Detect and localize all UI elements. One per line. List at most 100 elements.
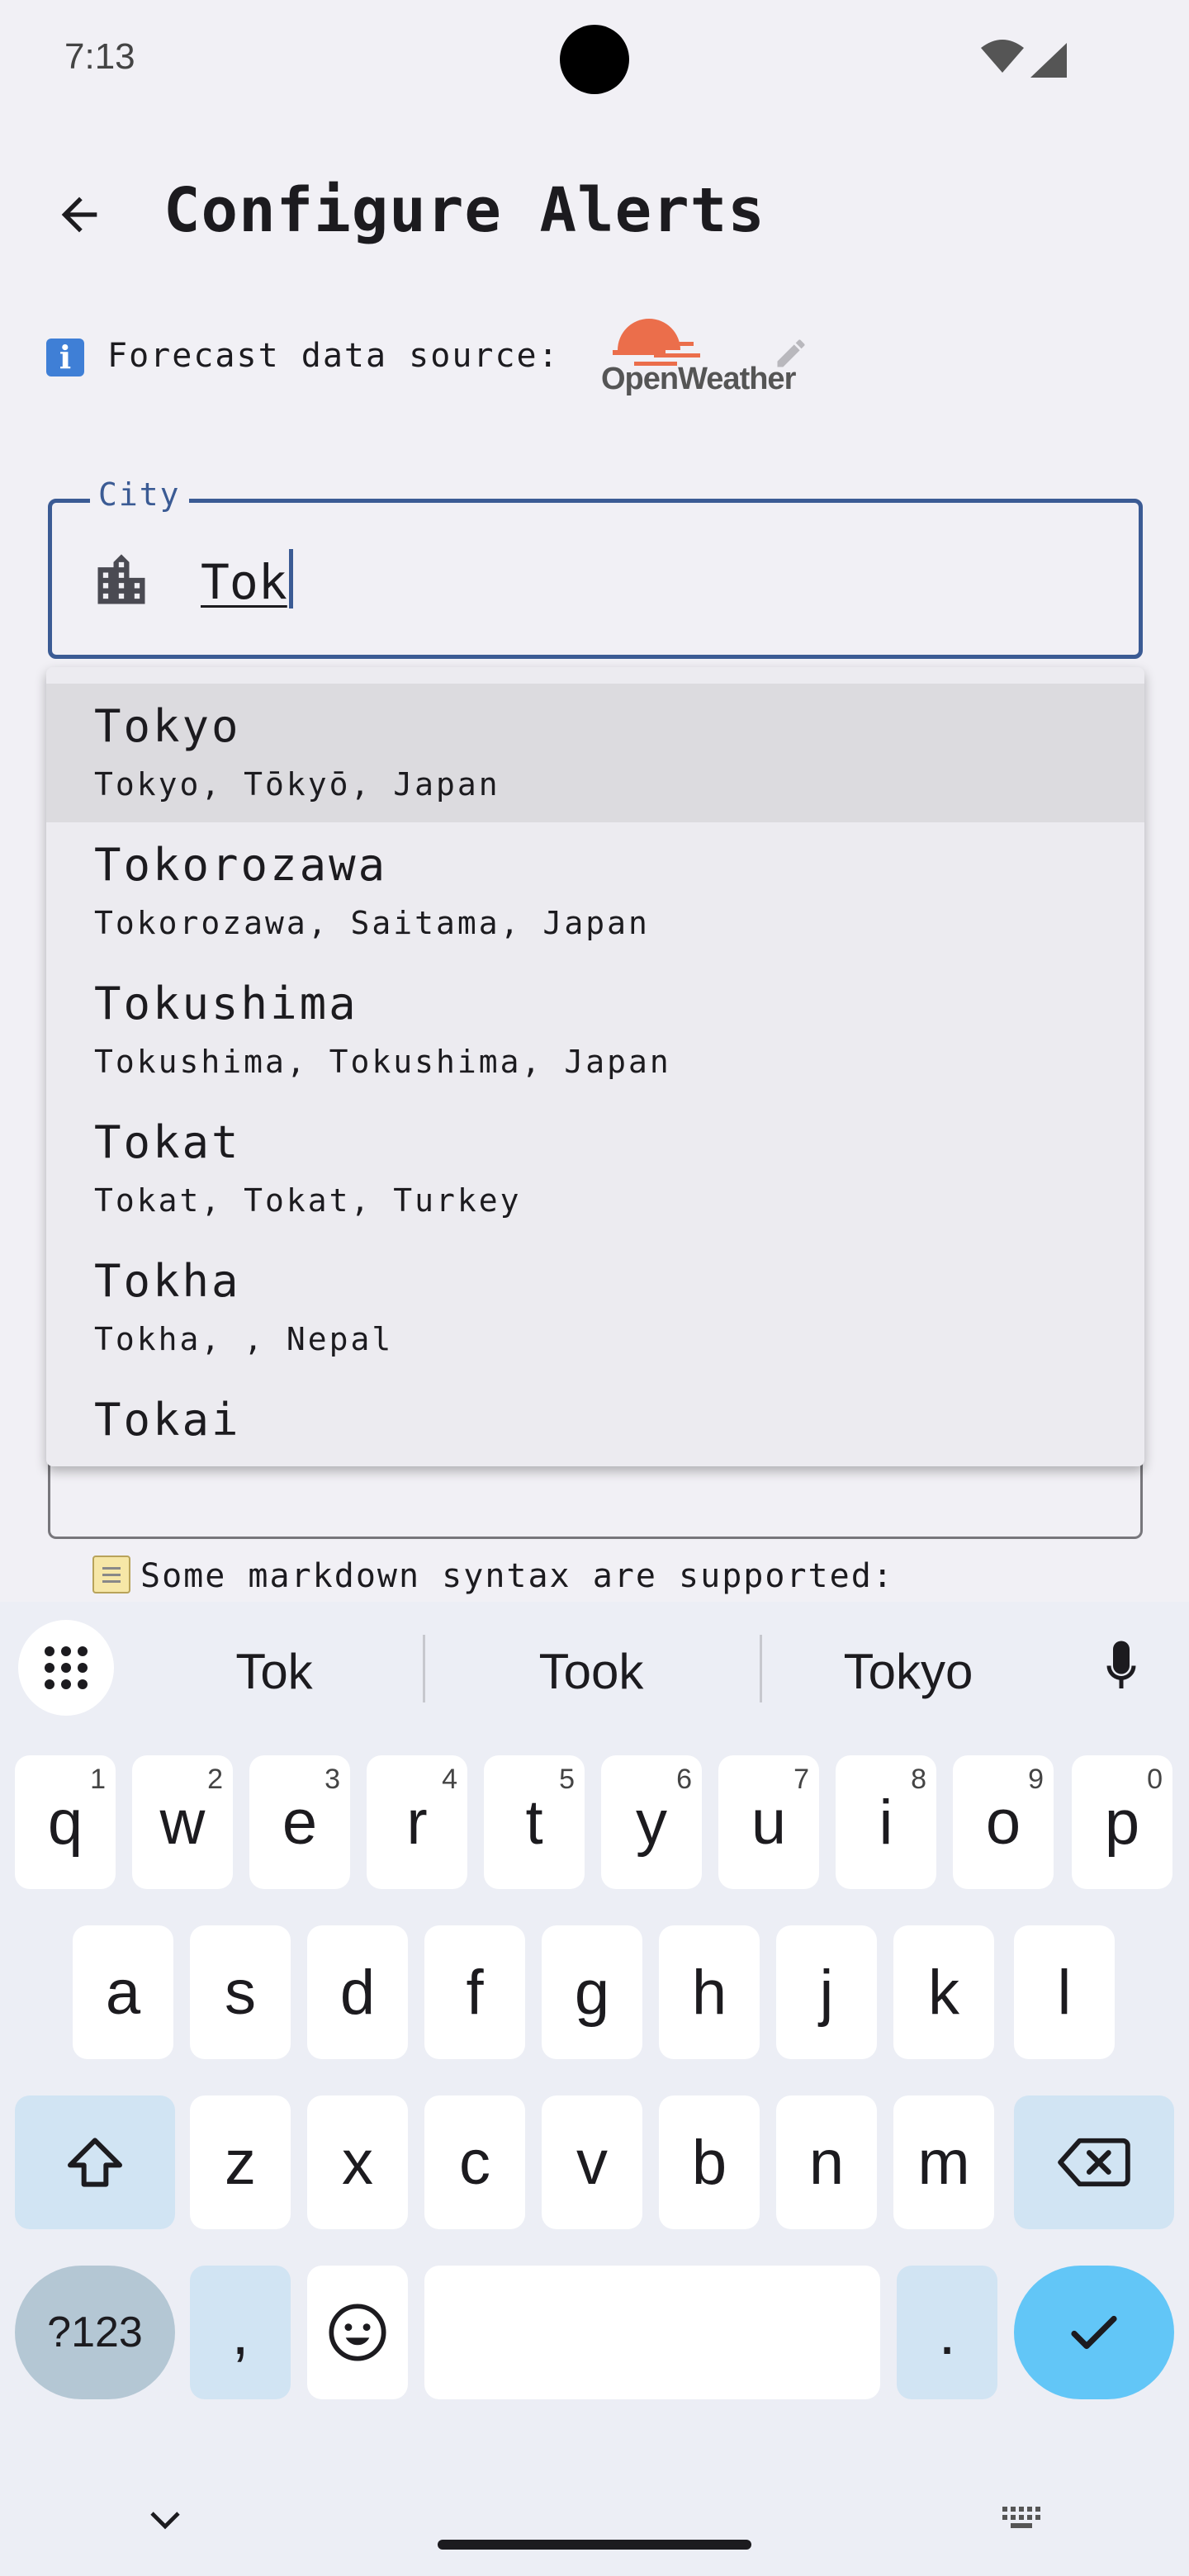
suggestion-detail: Tokushima, Tokushima, Japan bbox=[94, 1044, 671, 1080]
period-key[interactable]: . bbox=[897, 2266, 997, 2399]
key-number-hint: 9 bbox=[1028, 1764, 1044, 1795]
back-button[interactable] bbox=[46, 182, 112, 248]
space-key[interactable] bbox=[424, 2266, 880, 2399]
enter-key[interactable] bbox=[1014, 2266, 1174, 2399]
shift-icon bbox=[68, 2138, 122, 2187]
key-number-hint: 5 bbox=[559, 1764, 575, 1795]
keyboard-apps-button[interactable] bbox=[18, 1620, 114, 1716]
word-suggestion[interactable]: Tokyo bbox=[751, 1643, 1065, 1700]
suggestion-item[interactable]: Tokyo Tokyo, Tōkyō, Japan bbox=[46, 684, 1144, 822]
key-label: i bbox=[879, 1787, 893, 1858]
key-y[interactable]: y6 bbox=[601, 1755, 702, 1889]
status-bar: 7:13 bbox=[0, 0, 1189, 119]
home-indicator[interactable] bbox=[438, 2540, 751, 2550]
key-h[interactable]: h bbox=[659, 1925, 760, 2059]
key-label: y bbox=[636, 1787, 667, 1858]
key-d[interactable]: d bbox=[307, 1925, 408, 2059]
word-suggestion[interactable]: Tok bbox=[117, 1643, 431, 1700]
city-input-text: Tok bbox=[201, 554, 287, 610]
key-r[interactable]: r4 bbox=[367, 1755, 467, 1889]
key-p[interactable]: p0 bbox=[1072, 1755, 1172, 1889]
suggestion-item[interactable]: Tokushima Tokushima, Tokushima, Japan bbox=[46, 961, 1144, 1100]
memo-icon bbox=[92, 1556, 130, 1593]
wifi-icon bbox=[981, 40, 1024, 73]
suggestion-item[interactable]: Tokai bbox=[46, 1377, 1144, 1466]
key-x[interactable]: x bbox=[307, 2095, 408, 2229]
key-z[interactable]: z bbox=[190, 2095, 291, 2229]
key-b[interactable]: b bbox=[659, 2095, 760, 2229]
suggestion-item[interactable]: Tokha Tokha, , Nepal bbox=[46, 1238, 1144, 1377]
grid-icon bbox=[45, 1646, 88, 1689]
key-m[interactable]: m bbox=[893, 2095, 994, 2229]
city-input[interactable]: City Tok bbox=[48, 476, 1143, 659]
key-k[interactable]: k bbox=[893, 1925, 994, 2059]
provider-name: OpenWeather bbox=[601, 362, 796, 396]
markdown-hint-text: Some markdown syntax are supported: bbox=[140, 1557, 894, 1595]
key-label: , bbox=[231, 2297, 249, 2368]
backspace-key[interactable] bbox=[1014, 2095, 1174, 2229]
suggestion-detail: Tokat, Tokat, Turkey bbox=[94, 1182, 522, 1219]
pencil-icon[interactable] bbox=[773, 335, 809, 372]
key-label: n bbox=[808, 2127, 845, 2198]
suggestion-divider bbox=[423, 1635, 425, 1702]
key-label: k bbox=[928, 1957, 959, 2028]
emoji-icon bbox=[329, 2304, 386, 2361]
suggestion-name: Tokushima bbox=[94, 978, 358, 1030]
symbols-key[interactable]: ?123 bbox=[15, 2266, 175, 2399]
key-i[interactable]: i8 bbox=[836, 1755, 936, 1889]
keyboard-switch-icon[interactable] bbox=[999, 2503, 1049, 2536]
key-label: z bbox=[225, 2127, 256, 2198]
info-icon: i bbox=[46, 339, 84, 376]
text-cursor bbox=[288, 549, 293, 608]
key-label: m bbox=[917, 2127, 970, 2198]
key-q[interactable]: q1 bbox=[15, 1755, 116, 1889]
city-field-label: City bbox=[90, 476, 189, 513]
camera-cutout bbox=[560, 25, 629, 94]
key-label: l bbox=[1057, 1957, 1072, 2028]
key-label: j bbox=[819, 1957, 834, 2028]
checkmark-icon bbox=[1071, 2315, 1117, 2350]
city-buildings-icon bbox=[97, 554, 145, 604]
backspace-icon bbox=[1058, 2138, 1130, 2187]
key-label: h bbox=[691, 1957, 727, 2028]
suggestion-name: Tokha bbox=[94, 1255, 241, 1307]
key-t[interactable]: t5 bbox=[484, 1755, 585, 1889]
page-title: Configure Alerts bbox=[163, 175, 765, 246]
suggestion-detail: Tokha, , Nepal bbox=[94, 1321, 394, 1357]
arrow-back-icon bbox=[61, 197, 97, 233]
suggestion-item[interactable]: Tokat Tokat, Tokat, Turkey bbox=[46, 1100, 1144, 1238]
key-number-hint: 3 bbox=[324, 1764, 340, 1795]
key-f[interactable]: f bbox=[424, 1925, 525, 2059]
microphone-icon[interactable] bbox=[1097, 1638, 1146, 1698]
key-c[interactable]: c bbox=[424, 2095, 525, 2229]
chevron-down-icon[interactable] bbox=[145, 2503, 185, 2536]
comma-key[interactable]: , bbox=[190, 2266, 291, 2399]
suggestion-detail: Tokorozawa, Saitama, Japan bbox=[94, 905, 650, 941]
key-j[interactable]: j bbox=[776, 1925, 877, 2059]
key-s[interactable]: s bbox=[190, 1925, 291, 2059]
key-l[interactable]: l bbox=[1014, 1925, 1115, 2059]
emoji-key[interactable] bbox=[307, 2266, 408, 2399]
key-n[interactable]: n bbox=[776, 2095, 877, 2229]
key-o[interactable]: o9 bbox=[953, 1755, 1054, 1889]
key-v[interactable]: v bbox=[542, 2095, 642, 2229]
key-w[interactable]: w2 bbox=[132, 1755, 233, 1889]
word-suggestion[interactable]: Took bbox=[434, 1643, 748, 1700]
markdown-hint: Some markdown syntax are supported: bbox=[92, 1556, 894, 1595]
shift-key[interactable] bbox=[15, 2095, 175, 2229]
key-e[interactable]: e3 bbox=[249, 1755, 350, 1889]
city-input-value: Tok bbox=[201, 549, 293, 610]
key-a[interactable]: a bbox=[73, 1925, 173, 2059]
soft-keyboard: Tok Took Tokyo q1 w2 e3 r4 t5 y6 u7 i8 o… bbox=[0, 1602, 1189, 2576]
key-number-hint: 4 bbox=[442, 1764, 457, 1795]
suggestion-item[interactable]: Tokorozawa Tokorozawa, Saitama, Japan bbox=[46, 822, 1144, 961]
keyboard-suggestion-strip: Tok Took Tokyo bbox=[0, 1602, 1189, 1734]
key-g[interactable]: g bbox=[542, 1925, 642, 2059]
data-source-row: i Forecast data source: OpenWeather bbox=[46, 314, 872, 396]
key-number-hint: 0 bbox=[1147, 1764, 1163, 1795]
key-label: w bbox=[159, 1787, 206, 1858]
key-u[interactable]: u7 bbox=[718, 1755, 819, 1889]
data-source-label: Forecast data source: bbox=[107, 337, 560, 375]
suggestion-name: Tokyo bbox=[94, 700, 241, 752]
signal-icon bbox=[1030, 43, 1067, 78]
